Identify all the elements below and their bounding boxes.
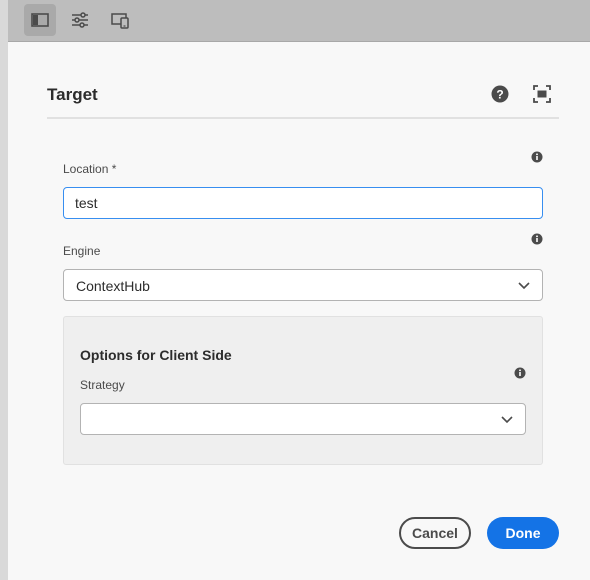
side-panel-toggle-button[interactable] — [24, 4, 56, 36]
done-button[interactable]: Done — [487, 517, 559, 549]
location-input[interactable] — [63, 187, 543, 219]
strategy-info-icon[interactable] — [514, 367, 526, 379]
properties-sliders-icon — [72, 12, 88, 28]
location-info-icon[interactable] — [531, 151, 543, 163]
strategy-label: Strategy — [80, 378, 125, 392]
engine-label: Engine — [63, 244, 101, 258]
properties-button[interactable] — [64, 4, 96, 36]
client-side-options-panel: Options for Client Side Strategy — [63, 316, 543, 465]
engine-select[interactable]: ContextHub — [63, 269, 543, 301]
help-icon[interactable]: ? — [491, 85, 509, 103]
strategy-select[interactable] — [80, 403, 526, 435]
side-panel-icon — [31, 13, 49, 27]
device-preview-button[interactable] — [104, 4, 136, 36]
chevron-down-icon — [518, 282, 530, 290]
title-divider — [47, 117, 559, 119]
editor-toolbar — [8, 0, 590, 42]
location-label: Location * — [63, 162, 117, 176]
chevron-down-icon — [501, 416, 513, 424]
target-dialog: Target ? Location * Engine ContextHub Op… — [8, 42, 590, 580]
dialog-title: Target — [47, 85, 98, 104]
fullscreen-icon[interactable] — [533, 85, 551, 103]
engine-info-icon[interactable] — [531, 233, 543, 245]
device-preview-icon — [111, 13, 129, 29]
svg-text:?: ? — [496, 88, 503, 102]
cancel-button[interactable]: Cancel — [399, 517, 471, 549]
engine-selected-value: ContextHub — [76, 278, 150, 294]
client-side-options-title: Options for Client Side — [80, 347, 232, 363]
left-edge — [0, 0, 8, 580]
